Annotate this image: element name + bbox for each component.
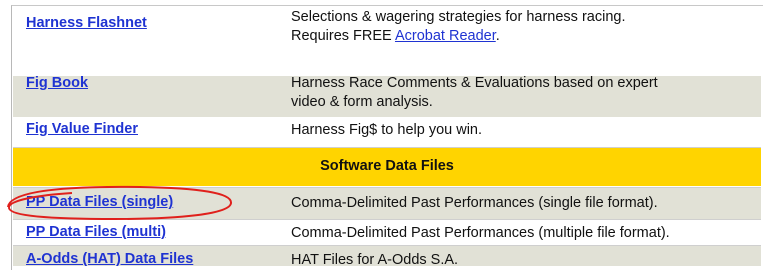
period-text: . <box>495 28 500 44</box>
harness-flashnet-desc-line2: Requires FREE Acrobat Reader. <box>291 27 625 46</box>
table-row-pp-data-multi: PP Data Files (multi) Comma-Delimited Pa… <box>13 220 761 245</box>
pp-data-single-description: Comma-Delimited Past Performances (singl… <box>291 195 658 211</box>
harness-flashnet-description: Selections & wagering strategies for har… <box>291 8 625 46</box>
requires-free-text: Requires FREE <box>291 28 395 44</box>
fig-book-desc-line2: video & form analysis. <box>291 94 433 110</box>
table-row-fig-book: Fig Book Harness Race Comments & Evaluat… <box>13 74 761 117</box>
pp-data-multi-description: Comma-Delimited Past Performances (multi… <box>291 225 670 241</box>
fig-book-link[interactable]: Fig Book <box>26 75 88 91</box>
table-row-a-odds: A-Odds (HAT) Data Files HAT Files for A-… <box>13 246 761 268</box>
table-row-spacer <box>13 48 761 76</box>
fig-value-finder-description: Harness Fig$ to help you win. <box>291 122 483 138</box>
row-divider <box>13 219 761 220</box>
fig-book-description: Harness Race Comments & Evaluations base… <box>291 74 658 112</box>
fig-value-finder-link[interactable]: Fig Value Finder <box>26 121 138 137</box>
a-odds-data-files-link[interactable]: A-Odds (HAT) Data Files <box>26 251 193 267</box>
fig-book-desc-line1: Harness Race Comments & Evaluations base… <box>291 75 658 91</box>
row-divider <box>13 245 761 246</box>
row-divider <box>13 187 761 188</box>
pp-data-files-multi-link[interactable]: PP Data Files (multi) <box>26 224 166 240</box>
harness-flashnet-desc-line1: Selections & wagering strategies for har… <box>291 9 626 25</box>
table-row-harness-flashnet: Harness Flashnet Selections & wagering s… <box>13 6 761 48</box>
harness-flashnet-link[interactable]: Harness Flashnet <box>26 15 147 31</box>
row-divider <box>13 147 761 148</box>
table-row-pp-data-single: PP Data Files (single) Comma-Delimited P… <box>13 188 761 219</box>
table-row-fig-value-finder: Fig Value Finder Harness Fig$ to help yo… <box>13 117 761 147</box>
section-header-software-data-files: Software Data Files <box>13 148 761 186</box>
pp-data-files-single-link[interactable]: PP Data Files (single) <box>26 194 173 210</box>
section-title: Software Data Files <box>320 158 454 174</box>
acrobat-reader-link[interactable]: Acrobat Reader <box>395 28 496 44</box>
